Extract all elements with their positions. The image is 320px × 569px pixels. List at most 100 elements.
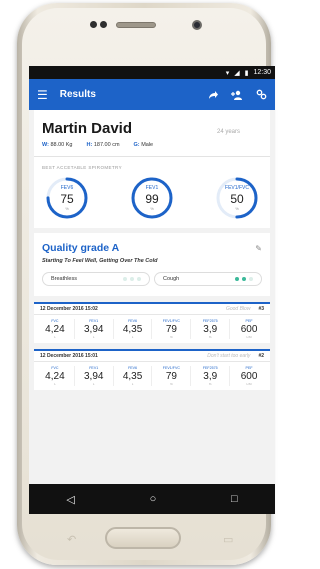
metric-name: FVC	[51, 319, 59, 323]
metric-cell: FEV1/FVC 79%	[152, 319, 192, 339]
metric-unit: L/M	[246, 382, 252, 386]
gauge-fev6[interactable]: FEV6 75%	[45, 176, 89, 220]
patient-card[interactable]: Martin David 24 years W: 88.00 Kg H: 187…	[34, 110, 270, 157]
test-number: #3	[258, 306, 264, 312]
metric-unit: L/M	[246, 335, 252, 339]
metric-unit: %	[170, 335, 173, 339]
metric-cell: FEV1 3,94 L	[75, 319, 114, 339]
metric-value: 4,24	[45, 324, 65, 335]
metric-value: 600	[240, 324, 258, 335]
gauge-fev1[interactable]: FEV1 99%	[130, 176, 174, 220]
metric-unit: L	[92, 335, 95, 339]
metric-unit: L	[131, 382, 134, 386]
hardware-home-button[interactable]	[105, 527, 181, 549]
metric-cell: FEF2575 3,9%	[191, 366, 231, 386]
metric-value: 3,9	[203, 324, 218, 335]
back-icon[interactable]: ◁	[66, 493, 74, 506]
gauge-value: 75	[60, 192, 74, 206]
gauge-unit: %	[65, 206, 69, 211]
test-card[interactable]: 12 December 2016 15:01 Don't start too ea…	[34, 349, 270, 390]
add-person-icon[interactable]	[231, 89, 243, 101]
patient-name: Martin David	[42, 120, 133, 137]
gauge-unit: %	[235, 206, 239, 211]
speaker-grille	[116, 22, 156, 28]
share-icon[interactable]	[207, 89, 219, 101]
hw-recents-key-icon[interactable]: ▭	[223, 533, 233, 546]
patient-height: H: 187.00 cm	[86, 142, 120, 148]
metric-name: FEF2575	[202, 319, 218, 323]
metric-cell: PEF 600 L/M	[230, 319, 268, 339]
gauge-value: 50	[230, 192, 244, 206]
signal-icon: ◢	[234, 69, 240, 77]
symptom-chip[interactable]: Breathless	[42, 272, 150, 286]
test-comment: Good Blow	[225, 306, 251, 312]
metric-name: FEV1	[89, 366, 99, 370]
gauge-unit: %	[150, 206, 154, 211]
metric-value: 4,35	[122, 371, 143, 382]
sensor-dot	[90, 21, 97, 28]
chip-label: Cough	[163, 276, 180, 282]
metric-unit: L	[54, 382, 56, 386]
test-date: 12 December 2016 15:01	[40, 353, 98, 359]
menu-icon[interactable]: ☰	[37, 88, 48, 102]
home-icon[interactable]: ○	[150, 493, 157, 505]
metric-value: 3,94	[84, 324, 104, 335]
page-title: Results	[59, 89, 96, 100]
metric-value: 3,94	[84, 371, 104, 382]
spirometry-label: BEST ACCETABLE SPIROMETRY	[42, 165, 123, 170]
edit-icon[interactable]: ✎	[255, 244, 262, 253]
test-date: 12 December 2016 15:02	[40, 306, 98, 312]
front-camera	[192, 20, 202, 30]
metric-value: 4,24	[45, 371, 65, 382]
wifi-icon: ▾	[225, 69, 230, 77]
metric-row: FVC 4,24 L FEV1 3,94 L FEV6 4,35 L FEV1/FVC 79% FEF…	[34, 362, 270, 390]
metric-value: 79	[165, 371, 177, 382]
settings-icon[interactable]	[255, 89, 267, 101]
metric-name: FEF2575	[202, 366, 218, 370]
screen: ▾ ◢ ▮ 12:30 ☰ Results Martin David 24 ye…	[29, 66, 275, 514]
metric-cell: FEV1 3,94 L	[75, 366, 114, 386]
metric-value: 4,35	[122, 324, 143, 335]
metric-cell: FEV6 4,35 L	[114, 366, 153, 386]
metric-name: FEV1/FVC	[162, 319, 180, 323]
gauge-label: FEV6	[60, 185, 74, 191]
metric-cell: FEV6 4,35 L	[114, 319, 153, 339]
hw-back-key-icon[interactable]: ↶	[67, 533, 76, 546]
gauge-fev1-fvc[interactable]: FEV1/FVC 50%	[215, 176, 259, 220]
quality-card: Quality grade A ✎ Starting To Feel Well,…	[34, 228, 270, 296]
gauge-label: FEV1	[145, 185, 159, 191]
metric-value: 79	[165, 324, 177, 335]
status-time: 12:30	[253, 69, 271, 76]
level-dot	[249, 277, 253, 281]
metric-unit: L	[92, 382, 95, 386]
stage: ↶ ▭ ▾ ◢ ▮ 12:30 ☰ Results Martin David 2…	[0, 0, 288, 569]
metric-name: PEF	[245, 366, 253, 370]
patient-gender: G: Male	[133, 142, 154, 148]
quality-grade: Quality grade A	[42, 242, 120, 254]
metric-unit: %	[170, 382, 173, 386]
chip-label: Breathless	[51, 276, 77, 282]
metric-cell: FVC 4,24 L	[36, 366, 75, 386]
spirometry-card: BEST ACCETABLE SPIROMETRY FEV6 75% FEV1 99%…	[34, 157, 270, 228]
metric-unit: L	[54, 335, 56, 339]
test-list: 12 December 2016 15:02 Good Blow #3 FVC 4,24…	[29, 302, 275, 390]
test-number: #2	[258, 353, 264, 359]
battery-icon: ▮	[244, 69, 249, 77]
test-card[interactable]: 12 December 2016 15:02 Good Blow #3 FVC 4,24…	[34, 302, 270, 343]
test-comment: Don't start too early	[207, 353, 251, 359]
metric-value: 600	[240, 371, 258, 382]
symptom-chip[interactable]: Cough	[154, 272, 262, 286]
patient-age: 24 years	[216, 129, 240, 135]
metric-name: PEF	[245, 319, 253, 323]
recents-icon[interactable]: □	[231, 493, 238, 505]
gauge-value: 99	[145, 192, 159, 206]
level-dot	[137, 277, 141, 281]
sensor-dot	[100, 21, 107, 28]
metric-value: 3,9	[203, 371, 218, 382]
metric-cell: FVC 4,24 L	[36, 319, 75, 339]
quality-note: Starting To Feel Well, Getting Over The …	[42, 258, 158, 264]
symptom-chips: Breathless Cough	[42, 272, 262, 286]
test-header: 12 December 2016 15:01 Don't start too ea…	[34, 349, 270, 362]
metric-cell: PEF 600 L/M	[230, 366, 268, 386]
metric-name: FEV6	[128, 366, 138, 370]
